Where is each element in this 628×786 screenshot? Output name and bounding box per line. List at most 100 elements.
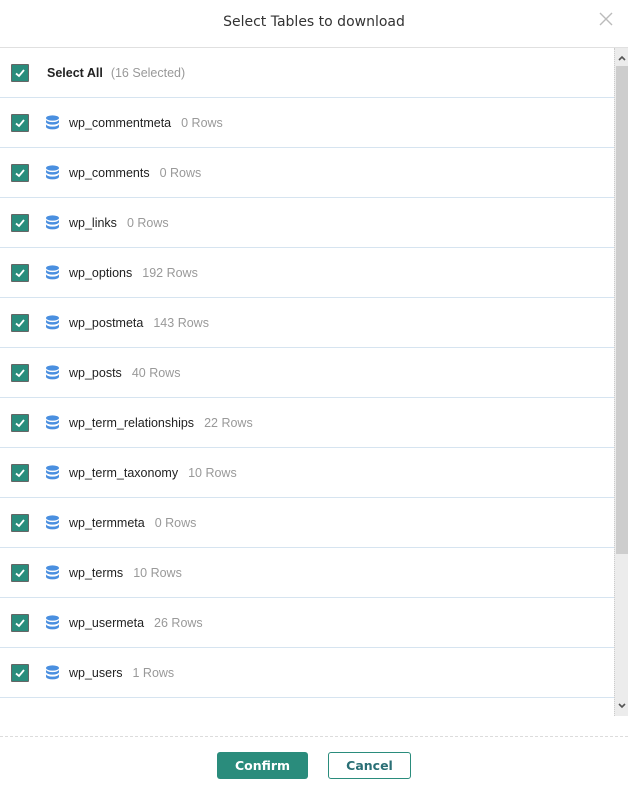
- row-count: 0 Rows: [154, 515, 197, 530]
- table-name-text: wp_termmeta: [69, 515, 145, 530]
- table-checkbox[interactable]: [11, 563, 29, 582]
- scrollbar-thumb[interactable]: [616, 66, 628, 554]
- row-count: 192 Rows: [142, 265, 198, 280]
- select-all-text: Select All: [47, 65, 103, 80]
- row-count: 26 Rows: [154, 615, 203, 630]
- select-all-row[interactable]: Select All (16 Selected): [0, 48, 614, 98]
- table-name: wp_termmeta 0 Rows: [69, 516, 196, 530]
- table-name-text: wp_comments: [69, 165, 150, 180]
- dialog-title: Select Tables to download: [223, 14, 405, 30]
- table-name-text: wp_posts: [69, 365, 122, 380]
- table-checkbox[interactable]: [11, 513, 29, 532]
- table-name: wp_term_taxonomy 10 Rows: [69, 466, 237, 480]
- table-name: wp_postmeta 143 Rows: [69, 316, 209, 330]
- checkmark-icon: [15, 368, 25, 377]
- row-count: 40 Rows: [131, 365, 181, 380]
- table-row[interactable]: wp_users 1 Rows: [0, 648, 614, 698]
- table-name-text: wp_links: [69, 215, 117, 230]
- row-count: 10 Rows: [133, 565, 182, 580]
- table-checkbox[interactable]: [11, 613, 29, 632]
- table-row[interactable]: wp_terms 10 Rows: [0, 548, 614, 598]
- table-checkbox[interactable]: [11, 463, 29, 482]
- table-name-text: wp_options: [69, 265, 133, 280]
- checkmark-icon: [15, 518, 25, 527]
- table-row[interactable]: wp_commentmeta 0 Rows: [0, 98, 614, 148]
- table-row[interactable]: wp_termmeta 0 Rows: [0, 498, 614, 548]
- database-icon: [46, 164, 59, 179]
- select-all-label: Select All (16 Selected): [47, 66, 185, 80]
- cancel-button[interactable]: Cancel: [328, 752, 411, 779]
- database-icon: [46, 114, 59, 129]
- table-name: wp_terms 10 Rows: [69, 566, 182, 580]
- dialog-header: Select Tables to download: [0, 0, 628, 48]
- select-all-checkbox[interactable]: [11, 63, 29, 82]
- table-row[interactable]: wp_term_relationships 22 Rows: [0, 398, 614, 448]
- table-name: wp_usermeta 26 Rows: [69, 616, 203, 630]
- row-count: 22 Rows: [204, 415, 253, 430]
- row-count: 0 Rows: [159, 165, 202, 180]
- confirm-button[interactable]: Confirm: [217, 752, 308, 779]
- database-icon: [46, 264, 59, 279]
- scroll-up-icon[interactable]: [615, 50, 628, 66]
- table-checkbox[interactable]: [11, 213, 29, 232]
- checkmark-icon: [15, 618, 25, 627]
- table-checkbox[interactable]: [11, 663, 29, 682]
- database-icon: [46, 564, 59, 579]
- scrollbar[interactable]: [614, 48, 628, 716]
- table-row[interactable]: wp_options 192 Rows: [0, 248, 614, 298]
- row-count: 0 Rows: [181, 115, 223, 130]
- table-checkbox[interactable]: [11, 363, 29, 382]
- table-checkbox[interactable]: [11, 413, 29, 432]
- table-name: wp_term_relationships 22 Rows: [69, 416, 253, 430]
- database-icon: [46, 464, 59, 479]
- table-row[interactable]: wp_term_taxonomy 10 Rows: [0, 448, 614, 498]
- database-icon: [46, 514, 59, 529]
- table-name-text: wp_term_taxonomy: [69, 465, 179, 480]
- scroll-down-icon[interactable]: [615, 698, 628, 714]
- table-name-text: wp_usermeta: [69, 615, 145, 630]
- checkmark-icon: [15, 118, 25, 127]
- table-checkbox[interactable]: [11, 313, 29, 332]
- checkmark-icon: [15, 68, 25, 77]
- table-row[interactable]: wp_usermeta 26 Rows: [0, 598, 614, 648]
- checkmark-icon: [15, 568, 25, 577]
- table-name-text: wp_terms: [69, 565, 124, 580]
- checkmark-icon: [15, 418, 25, 427]
- table-name-text: wp_commentmeta: [69, 115, 172, 130]
- dialog-footer: Confirm Cancel: [0, 736, 628, 786]
- row-count: 1 Rows: [132, 665, 175, 680]
- database-icon: [46, 214, 59, 229]
- checkmark-icon: [15, 318, 25, 327]
- table-row[interactable]: wp_postmeta 143 Rows: [0, 298, 614, 348]
- selected-count: (16 Selected): [110, 65, 186, 80]
- table-name: wp_commentmeta 0 Rows: [69, 116, 223, 130]
- table-name: wp_posts 40 Rows: [69, 366, 180, 380]
- close-icon[interactable]: [598, 11, 614, 27]
- checkmark-icon: [15, 268, 25, 277]
- database-icon: [46, 614, 59, 629]
- table-name: wp_users 1 Rows: [69, 666, 174, 680]
- row-count: 0 Rows: [126, 215, 169, 230]
- database-icon: [46, 414, 59, 429]
- table-name-text: wp_term_relationships: [69, 415, 195, 430]
- database-icon: [46, 314, 59, 329]
- checkmark-icon: [15, 168, 25, 177]
- table-checkbox[interactable]: [11, 263, 29, 282]
- table-checkbox[interactable]: [11, 113, 29, 132]
- table-row[interactable]: wp_comments 0 Rows: [0, 148, 614, 198]
- row-count: 143 Rows: [153, 315, 209, 330]
- table-name: wp_options 192 Rows: [69, 266, 198, 280]
- checkmark-icon: [15, 218, 25, 227]
- table-row[interactable]: wp_links 0 Rows: [0, 198, 614, 248]
- table-list: Select All (16 Selected) wp_commentmeta 0 …: [0, 48, 614, 716]
- database-icon: [46, 364, 59, 379]
- database-icon: [46, 664, 59, 679]
- table-name: wp_comments 0 Rows: [69, 166, 201, 180]
- checkmark-icon: [15, 668, 25, 677]
- row-count: 10 Rows: [188, 465, 237, 480]
- table-checkbox[interactable]: [11, 163, 29, 182]
- table-name-text: wp_postmeta: [69, 315, 144, 330]
- checkmark-icon: [15, 468, 25, 477]
- table-row[interactable]: wp_posts 40 Rows: [0, 348, 614, 398]
- table-name: wp_links 0 Rows: [69, 216, 169, 230]
